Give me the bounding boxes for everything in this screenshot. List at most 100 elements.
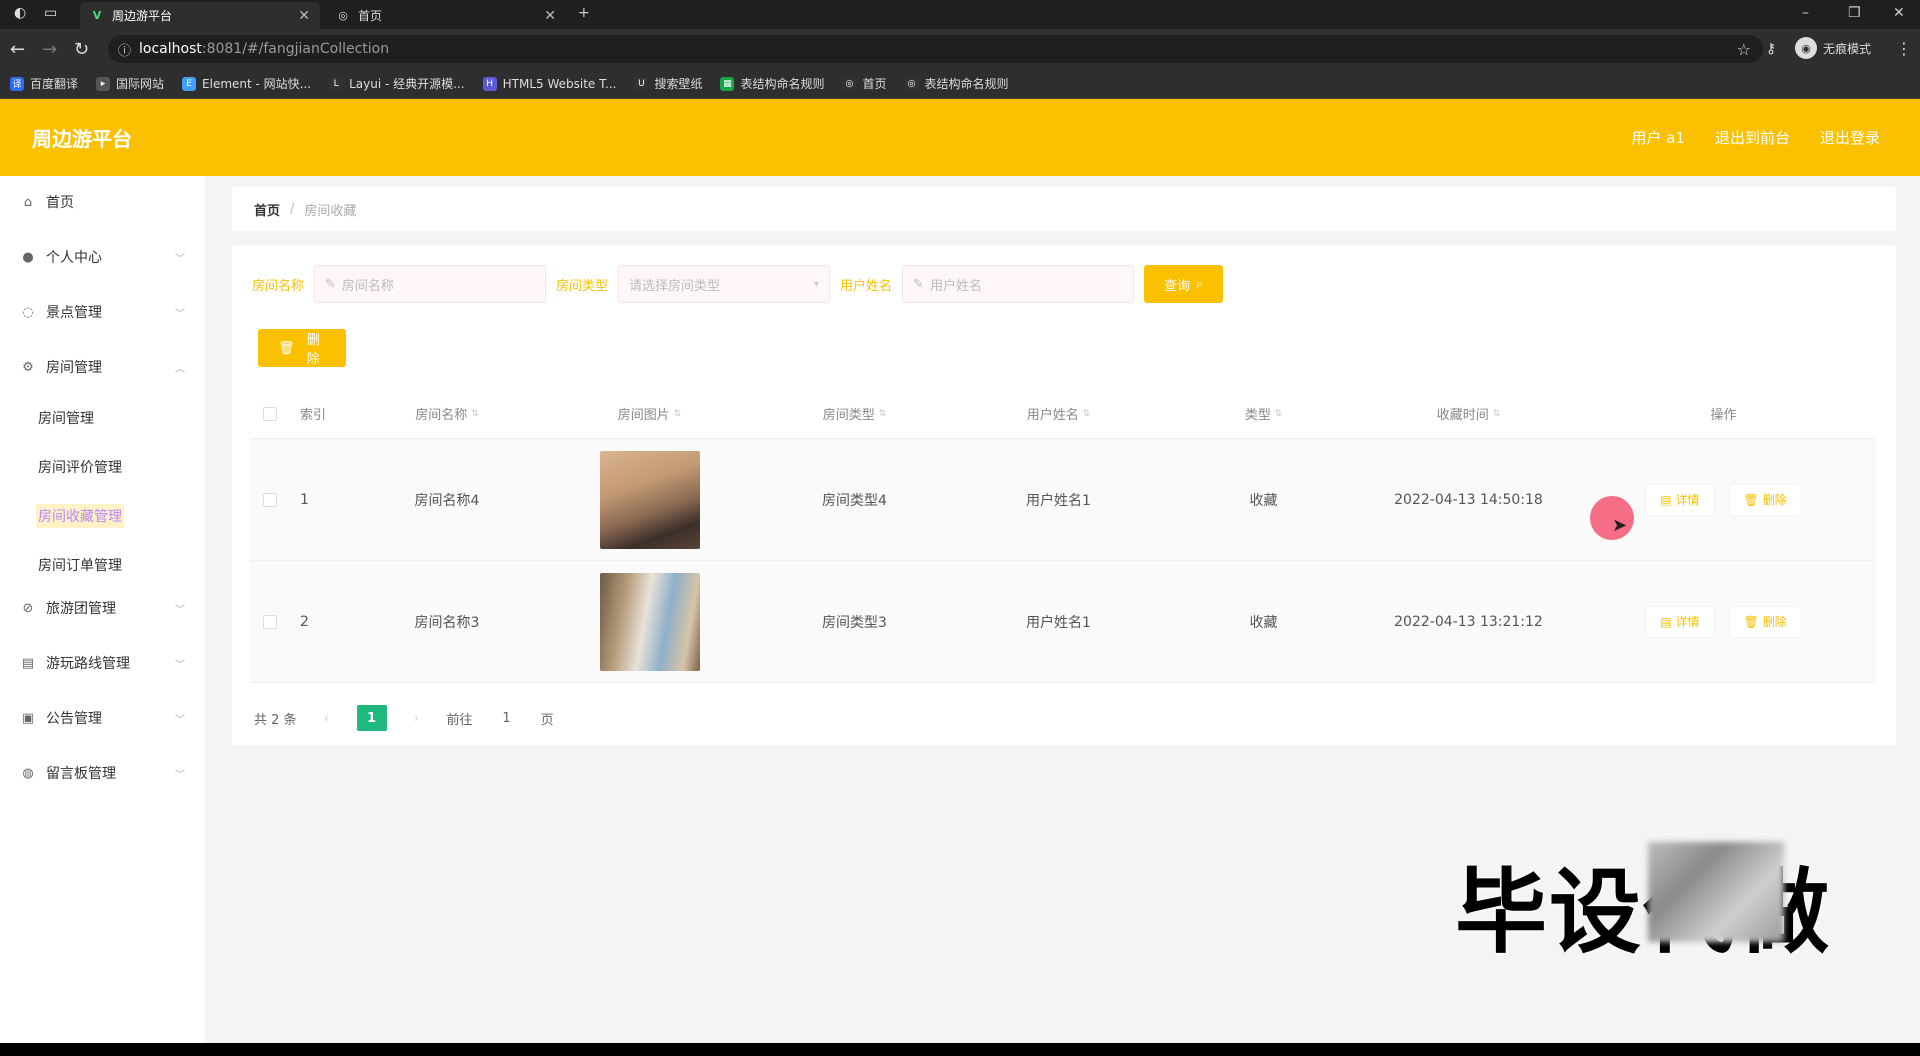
delete-button[interactable]: 🗑 删除 — [1728, 483, 1802, 516]
trash-icon: 🗑 — [278, 340, 295, 355]
page-unit-label: 页 — [540, 712, 554, 728]
sidebar-item-home[interactable]: ⌂ 首页 — [0, 182, 205, 222]
column-header[interactable]: 类型 ⇅ — [1161, 404, 1366, 423]
app-header: 周边游平台 用户 a1 退出到前台 退出登录 — [0, 99, 1920, 176]
column-header[interactable]: 房间图片 ⇅ — [546, 404, 753, 423]
table-row: 1 房间名称4 房间类型4 用户姓名1 收藏 2022-04-13 14:50:… — [250, 439, 1876, 561]
column-header[interactable]: 房间名称 ⇅ — [348, 404, 546, 423]
close-tab-icon[interactable]: ✕ — [298, 8, 310, 24]
app-brand: 周边游平台 — [32, 127, 132, 151]
sidebar-subitem-room-collection[interactable]: 房间收藏管理 — [36, 504, 124, 528]
back-icon[interactable]: ← — [10, 39, 25, 60]
new-tab-button[interactable]: + — [578, 5, 590, 21]
collection-panel: 房间名称 ✎ 房间名称 房间类型 请选择房间类型 ▾ 用户姓名 ✎ 用户姓名 查… — [232, 245, 1896, 745]
bookmark-item[interactable]: 译百度翻译 — [10, 75, 78, 92]
html5-icon: H — [482, 76, 497, 91]
sidebar-item-attractions[interactable]: ◌ 景点管理 ﹀ — [0, 292, 205, 332]
sort-icon[interactable]: ⇅ — [1083, 409, 1091, 419]
sort-icon[interactable]: ⇅ — [879, 409, 887, 419]
sidebar-subitem-room-orders[interactable]: 房间订单管理 — [36, 553, 124, 577]
next-page-icon[interactable]: › — [403, 705, 431, 731]
logout-link[interactable]: 退出登录 — [1820, 127, 1880, 148]
room-name-input[interactable]: ✎ 房间名称 — [314, 265, 547, 303]
goto-label: 前往 — [446, 712, 473, 728]
bookmark-item[interactable]: ◎ 首页 — [842, 75, 887, 92]
current-page-button[interactable]: 1 — [356, 705, 387, 731]
sidebar-subitem-room-reviews[interactable]: 房间评价管理 — [36, 455, 124, 479]
bookmark-item[interactable]: H HTML5 Website T... — [482, 76, 616, 91]
select-all-cell — [250, 406, 290, 421]
browser-menu-icon[interactable]: ◐ — [14, 5, 26, 21]
tab-list-icon[interactable]: ▭ — [44, 5, 57, 21]
row-checkbox[interactable] — [263, 614, 277, 629]
detail-button[interactable]: ▤ 详情 — [1645, 605, 1715, 638]
bookmark-label: 首页 — [862, 77, 887, 91]
chevron-down-icon: ﹀ — [175, 659, 185, 671]
room-type-select[interactable]: 请选择房间类型 ▾ — [618, 265, 831, 303]
column-header-label: 用户姓名 — [1026, 408, 1079, 423]
more-menu-icon[interactable]: ⋮ — [1896, 39, 1912, 58]
document-icon: ▤ — [1660, 614, 1672, 629]
sidebar-subitem-room-manage[interactable]: 房间管理 — [36, 406, 96, 430]
tab-active[interactable]: V 周边游平台 ✕ — [80, 2, 320, 29]
select-all-checkbox[interactable] — [263, 406, 277, 421]
forward-icon[interactable]: → — [42, 39, 57, 60]
bookmark-star-icon[interactable]: ☆ — [1737, 40, 1751, 59]
goto-page-input[interactable]: 1 — [489, 711, 525, 726]
minimize-icon[interactable]: – — [1802, 5, 1809, 21]
message-icon: ◍ — [22, 765, 34, 781]
row-checkbox[interactable] — [263, 492, 277, 507]
sidebar-item-label: 景点管理 — [46, 305, 102, 321]
sidebar-item-notices[interactable]: ▣ 公告管理 ﹀ — [0, 698, 205, 738]
sidebar-item-routes[interactable]: ▤ 游玩路线管理 ﹀ — [0, 643, 205, 683]
element-icon: E — [182, 76, 197, 91]
sort-icon[interactable]: ⇅ — [1275, 409, 1283, 419]
edit-icon: ✎ — [913, 276, 924, 292]
detail-button[interactable]: ▤ 详情 — [1645, 483, 1715, 516]
sidebar-item-messages[interactable]: ◍ 留言板管理 ﹀ — [0, 753, 205, 793]
close-tab-icon[interactable]: ✕ — [544, 8, 556, 24]
back-to-front-link[interactable]: 退出到前台 — [1715, 127, 1790, 148]
sidebar-item-tour-groups[interactable]: ⊘ 旅游团管理 ﹀ — [0, 588, 205, 628]
window-close-icon[interactable]: ✕ — [1893, 5, 1905, 21]
tab-inactive[interactable]: ◎ 首页 ✕ — [326, 2, 566, 29]
sort-icon[interactable]: ⇅ — [1493, 409, 1501, 419]
row-kind: 收藏 — [1249, 614, 1278, 631]
row-room-type: 房间类型3 — [822, 614, 887, 631]
column-header-label: 收藏时间 — [1436, 408, 1489, 423]
bookmark-item[interactable]: U 搜索壁纸 — [634, 75, 702, 92]
incognito-indicator[interactable]: ◉ 无痕模式 — [1795, 37, 1871, 59]
sidebar: ⌂ 首页 ● 个人中心 ﹀ ◌ 景点管理 ﹀ ⚙ 房间管理 ︿ 房间管理 房间评… — [0, 176, 205, 1043]
current-user-link[interactable]: 用户 a1 — [1631, 127, 1685, 148]
column-header-label: 房间类型 — [822, 408, 875, 423]
delete-button[interactable]: 🗑 删除 — [1728, 605, 1802, 638]
search-button-label: 查询 — [1164, 277, 1191, 293]
bookmark-item[interactable]: ◎ 表结构命名规则 — [904, 75, 1009, 92]
sidebar-item-label: 个人中心 — [46, 250, 102, 266]
key-icon[interactable]: ⚷ — [1766, 41, 1776, 57]
bookmark-item[interactable]: E Element - 网站快... — [182, 75, 311, 92]
batch-delete-button[interactable]: 🗑 删除 — [258, 329, 346, 367]
bookmark-item[interactable]: ▸ 国际网站 — [96, 75, 164, 92]
sidebar-item-profile[interactable]: ● 个人中心 ﹀ — [0, 237, 205, 277]
user-name-input[interactable]: ✎ 用户姓名 — [902, 265, 1135, 303]
pagination: 共 2 条 ‹ 1 › 前往 1 页 — [254, 705, 554, 731]
sort-icon[interactable]: ⇅ — [674, 409, 682, 419]
column-header[interactable]: 用户姓名 ⇅ — [956, 404, 1161, 423]
row-select-cell — [250, 614, 290, 629]
column-header[interactable]: 房间类型 ⇅ — [753, 404, 956, 423]
search-button[interactable]: 查询 ⌕ — [1144, 265, 1224, 303]
document-icon: ▤ — [1660, 492, 1672, 507]
column-header[interactable]: 收藏时间 ⇅ — [1366, 404, 1571, 423]
bookmark-label: 国际网站 — [116, 77, 165, 91]
prev-page-icon[interactable]: ‹ — [313, 705, 341, 731]
sort-icon[interactable]: ⇅ — [471, 409, 479, 419]
bookmark-item[interactable]: L Layui - 经典开源模... — [329, 75, 465, 92]
reload-icon[interactable]: ↻ — [74, 39, 89, 60]
sidebar-item-label: 房间管理 — [46, 360, 102, 376]
breadcrumb-home[interactable]: 首页 — [254, 200, 280, 219]
url-bar[interactable]: ⓘ localhost:8081/#/fangjianCollection ☆ — [108, 35, 1763, 63]
sidebar-item-rooms[interactable]: ⚙ 房间管理 ︿ — [0, 347, 205, 387]
bookmark-item[interactable]: ▦ 表结构命名规则 — [720, 75, 824, 92]
maximize-icon[interactable]: ❐ — [1848, 5, 1861, 21]
